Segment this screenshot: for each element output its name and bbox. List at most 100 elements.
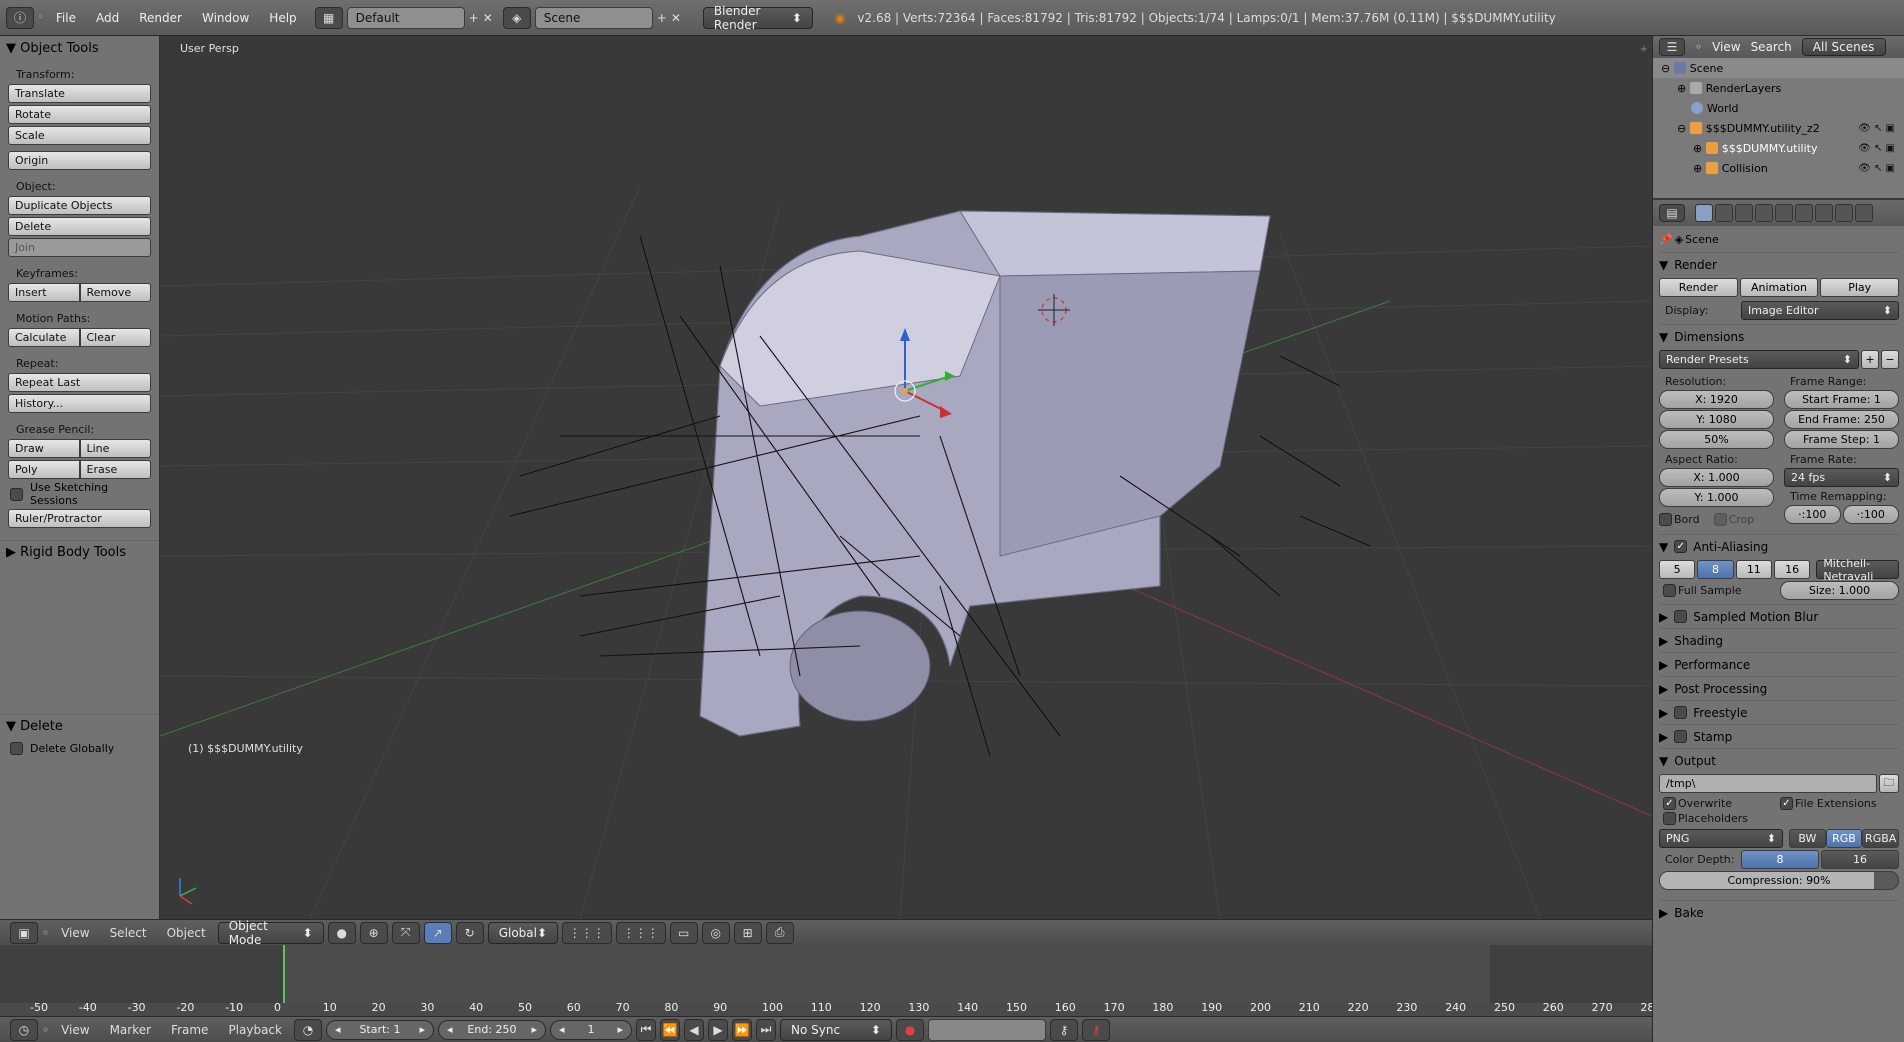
timeline-editor-icon[interactable]: ◷	[10, 1018, 38, 1041]
crop-checkbox[interactable]	[1713, 513, 1727, 526]
rigid-body-header[interactable]: ▶ Rigid Body Tools	[0, 540, 159, 564]
res-y-field[interactable]: Y: 1080	[1659, 410, 1774, 429]
outliner-row-collision[interactable]: ⊕ Collision 👁 ↖ ▣	[1653, 158, 1904, 178]
freestyle-checkbox[interactable]	[1674, 706, 1688, 719]
insert-keyframe-button[interactable]: Insert	[8, 283, 80, 302]
visibility-icons[interactable]: 👁 ↖ ▣	[1858, 123, 1895, 134]
render-section-header[interactable]: ▼ Render	[1659, 252, 1899, 276]
visibility-icons[interactable]: 👁 ↖ ▣	[1858, 163, 1895, 174]
keying-set-field[interactable]	[927, 1018, 1046, 1041]
outliner-row-dummy-z2[interactable]: ⊖ $$$DUMMY.utility_z2 👁 ↖ ▣	[1653, 118, 1904, 138]
join-button[interactable]: Join	[8, 238, 151, 257]
delete-key-icon[interactable]: ⚷	[1081, 1018, 1110, 1041]
menu-frame[interactable]: Frame	[163, 1023, 216, 1037]
sync-dropdown[interactable]: No Sync ⬍	[779, 1018, 892, 1041]
bord-checkbox[interactable]	[1659, 513, 1672, 526]
dimensions-section-header[interactable]: ▼ Dimensions	[1659, 324, 1899, 348]
output-section-header[interactable]: ▼ Output	[1659, 748, 1899, 772]
checkbox-box[interactable]	[10, 742, 23, 755]
outliner-editor-icon[interactable]: ☰	[1659, 38, 1685, 56]
poly-button[interactable]: Poly	[8, 460, 80, 479]
remap-new-field[interactable]: ·:100	[1842, 505, 1899, 524]
editor-type-icon[interactable]: ▣	[10, 921, 38, 944]
collapse-icon[interactable]: ⊖	[1661, 62, 1674, 75]
scene-tab-icon[interactable]	[1735, 204, 1753, 222]
menu-playback[interactable]: Playback	[220, 1023, 290, 1037]
bake-section-header[interactable]: ▶ Bake	[1659, 900, 1899, 924]
insert-key-icon[interactable]: ⚷	[1049, 1018, 1078, 1041]
aspect-x-field[interactable]: X: 1.000	[1659, 468, 1774, 487]
outliner-row-dummy-utility[interactable]: ⊕ $$$DUMMY.utility 👁 ↖ ▣	[1653, 138, 1904, 158]
translate-button[interactable]: Translate	[8, 84, 151, 103]
aa-11-button[interactable]: 11	[1735, 560, 1772, 579]
outliner-row-world[interactable]: World	[1653, 98, 1904, 118]
scene-icon[interactable]: ◈	[502, 6, 531, 29]
expand-icon[interactable]: ⊕	[1693, 162, 1706, 175]
current-frame-field[interactable]: ◂ 1 ▸	[549, 1019, 632, 1040]
aa-16-button[interactable]: 16	[1773, 560, 1811, 579]
mode-dropdown[interactable]: Object Mode ⬍	[217, 919, 324, 947]
res-x-field[interactable]: X: 1920	[1659, 390, 1774, 409]
render-preview-icon[interactable]: ⎙	[765, 921, 794, 944]
scene-name-field[interactable]: Scene	[534, 6, 653, 29]
physics-tab-icon[interactable]	[1855, 204, 1873, 222]
data-tab-icon[interactable]	[1835, 204, 1853, 222]
jump-end-icon[interactable]: ⏭	[755, 1018, 776, 1041]
preset-add-button[interactable]: +	[1861, 350, 1879, 369]
overwrite-checkbox[interactable]: ✓	[1663, 797, 1676, 810]
header-toggle-icon[interactable]: ◦	[1695, 40, 1702, 54]
layout-name-field[interactable]: Default	[346, 6, 465, 29]
motion-blur-section-header[interactable]: ▶ Sampled Motion Blur	[1659, 604, 1899, 628]
outliner-row-renderlayers[interactable]: ⊕ RenderLayers	[1653, 78, 1904, 98]
aa-filter-dropdown[interactable]: Mitchell-Netravali	[1816, 557, 1899, 583]
lock-icon[interactable]: ▭	[669, 921, 698, 944]
start-frame-field[interactable]: ◂ Start: 1 ▸	[325, 1019, 434, 1040]
motion-blur-checkbox[interactable]	[1674, 610, 1688, 623]
ruler-button[interactable]: Ruler/Protractor	[8, 509, 151, 528]
file-ext-checkbox[interactable]: ✓	[1780, 797, 1793, 810]
outliner-filter-dropdown[interactable]: All Scenes	[1801, 38, 1886, 56]
full-sample-checkbox[interactable]	[1663, 584, 1676, 597]
jump-start-icon[interactable]: ⏮	[635, 1018, 656, 1041]
delete-globally-checkbox[interactable]: Delete Globally	[10, 742, 149, 755]
constraints-tab-icon[interactable]	[1795, 204, 1813, 222]
menu-file[interactable]: File	[48, 11, 84, 25]
shading-icon[interactable]: ●	[327, 921, 356, 944]
anti-aliasing-section-header[interactable]: ▼ ✓ Anti-Aliasing	[1659, 534, 1899, 558]
animation-button[interactable]: Animation	[1739, 278, 1819, 297]
layers-icon-2[interactable]: ⋮⋮⋮	[615, 921, 666, 944]
stamp-checkbox[interactable]	[1674, 730, 1688, 743]
post-processing-section-header[interactable]: ▶ Post Processing	[1659, 676, 1899, 700]
clear-button[interactable]: Clear	[79, 328, 151, 347]
delete-panel-header[interactable]: ▼ Delete	[0, 714, 159, 738]
play-icon[interactable]: ▶	[707, 1018, 728, 1041]
play-reverse-icon[interactable]: ◀	[683, 1018, 704, 1041]
fps-dropdown[interactable]: 24 fps ⬍	[1784, 468, 1899, 487]
prev-key-icon[interactable]: ⏪	[659, 1018, 680, 1041]
info-toggle-icon[interactable]: ◦	[38, 12, 44, 23]
origin-button[interactable]: Origin	[8, 151, 151, 170]
remove-keyframe-button[interactable]: Remove	[79, 283, 151, 302]
res-percent-field[interactable]: 50%	[1659, 430, 1774, 449]
modifiers-tab-icon[interactable]	[1815, 204, 1833, 222]
rgb-button[interactable]: RGB	[1825, 829, 1863, 848]
frame-step-field[interactable]: Frame Step: 1	[1784, 430, 1899, 449]
menu-view[interactable]: View	[53, 926, 97, 940]
display-dropdown[interactable]: Image Editor ⬍	[1741, 301, 1899, 320]
preview-range-icon[interactable]: ◔	[293, 1018, 322, 1041]
draw-button[interactable]: Draw	[8, 439, 80, 458]
depth-16-button[interactable]: 16	[1821, 850, 1899, 869]
menu-window[interactable]: Window	[194, 11, 257, 25]
rotate-button[interactable]: Rotate	[8, 105, 151, 124]
visibility-icons[interactable]: 👁 ↖ ▣	[1858, 143, 1895, 154]
pivot-icon[interactable]: ⊕	[359, 921, 388, 944]
render-tab-icon[interactable]	[1695, 204, 1713, 222]
remap-old-field[interactable]: ·:100	[1784, 505, 1841, 524]
placeholders-checkbox[interactable]	[1663, 812, 1676, 825]
expand-icon[interactable]: ⊕	[1677, 82, 1690, 95]
history-button[interactable]: History...	[8, 394, 151, 413]
checkbox-box[interactable]	[10, 487, 23, 501]
header-toggle-icon[interactable]: ◦	[42, 926, 49, 940]
preset-remove-button[interactable]: −	[1881, 350, 1899, 369]
calculate-button[interactable]: Calculate	[8, 328, 80, 347]
